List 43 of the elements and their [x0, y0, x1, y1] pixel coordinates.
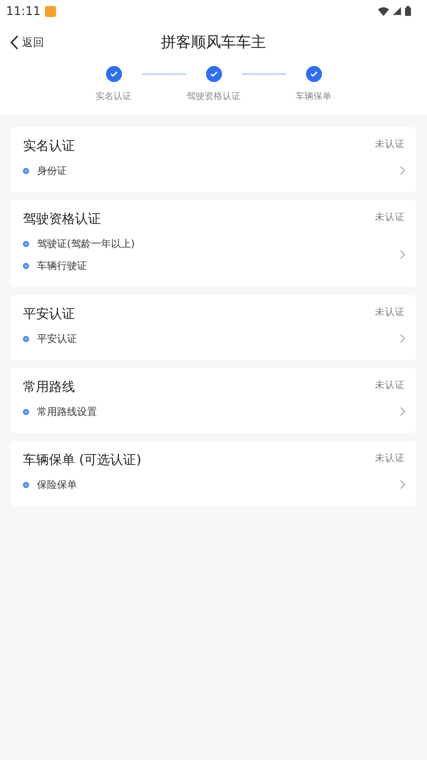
chevron-icon [400, 480, 405, 488]
verification-card[interactable]: 驾驶资格认证 驾驶证(驾龄一年以上) 车辆行驶证 未认证 [11, 200, 416, 287]
wifi-icon [378, 6, 389, 16]
chevron-icon [400, 406, 405, 416]
card-title: 常用路线 [23, 379, 76, 397]
bullet-icon [23, 241, 29, 247]
status-text: 未认证 [375, 452, 405, 466]
chevron-icon [400, 250, 405, 258]
verification-card[interactable]: 实名认证 身份证 未认证 [11, 127, 416, 192]
status-text: 未认证 [375, 211, 405, 225]
card-title: 驾驶资格认证 [23, 211, 102, 229]
page-title: 拼客顺风车车主 [161, 32, 266, 50]
requirement-text: 车辆行驶证 [37, 260, 87, 273]
status-text: 未认证 [375, 138, 405, 152]
verification-card[interactable]: 车辆保单 (可选认证) 保险保单 未认证 [11, 441, 416, 506]
requirement-text: 驾驶证(驾龄一年以上) [37, 238, 135, 251]
card-title: 平安认证 [23, 306, 76, 324]
card-title: 车辆保单 (可选认证) [23, 452, 142, 470]
bullet-icon [23, 409, 29, 415]
bullet-icon [23, 263, 29, 269]
status-text: 未认证 [375, 379, 405, 393]
step-label: 驾驶资格认证 [186, 90, 240, 103]
bullet-icon [23, 336, 29, 342]
chevron-icon [400, 166, 405, 174]
back-button[interactable]: 返回 [10, 34, 44, 50]
requirement-text: 平安认证 [37, 332, 77, 346]
battery-icon [405, 6, 411, 16]
status-time: 11:11 [6, 4, 41, 18]
bullet-icon [23, 168, 29, 174]
verification-card[interactable]: 平安认证 平安认证 未认证 [11, 295, 416, 360]
card-title: 实名认证 [23, 138, 76, 156]
requirement-text: 身份证 [37, 165, 67, 178]
verification-card[interactable]: 常用路线 常用路线设置 未认证 [11, 368, 416, 433]
bullet-icon [23, 482, 29, 488]
status-text: 未认证 [375, 306, 405, 320]
requirement-text: 保险保单 [37, 478, 77, 492]
signal-icon [393, 7, 401, 15]
back-icon [10, 34, 19, 50]
step-label: 实名认证 [96, 90, 132, 103]
requirement-text: 常用路线设置 [37, 406, 97, 419]
chevron-icon [400, 334, 405, 342]
app-notification-icon [44, 6, 56, 16]
step-label: 车辆保单 [296, 90, 332, 103]
